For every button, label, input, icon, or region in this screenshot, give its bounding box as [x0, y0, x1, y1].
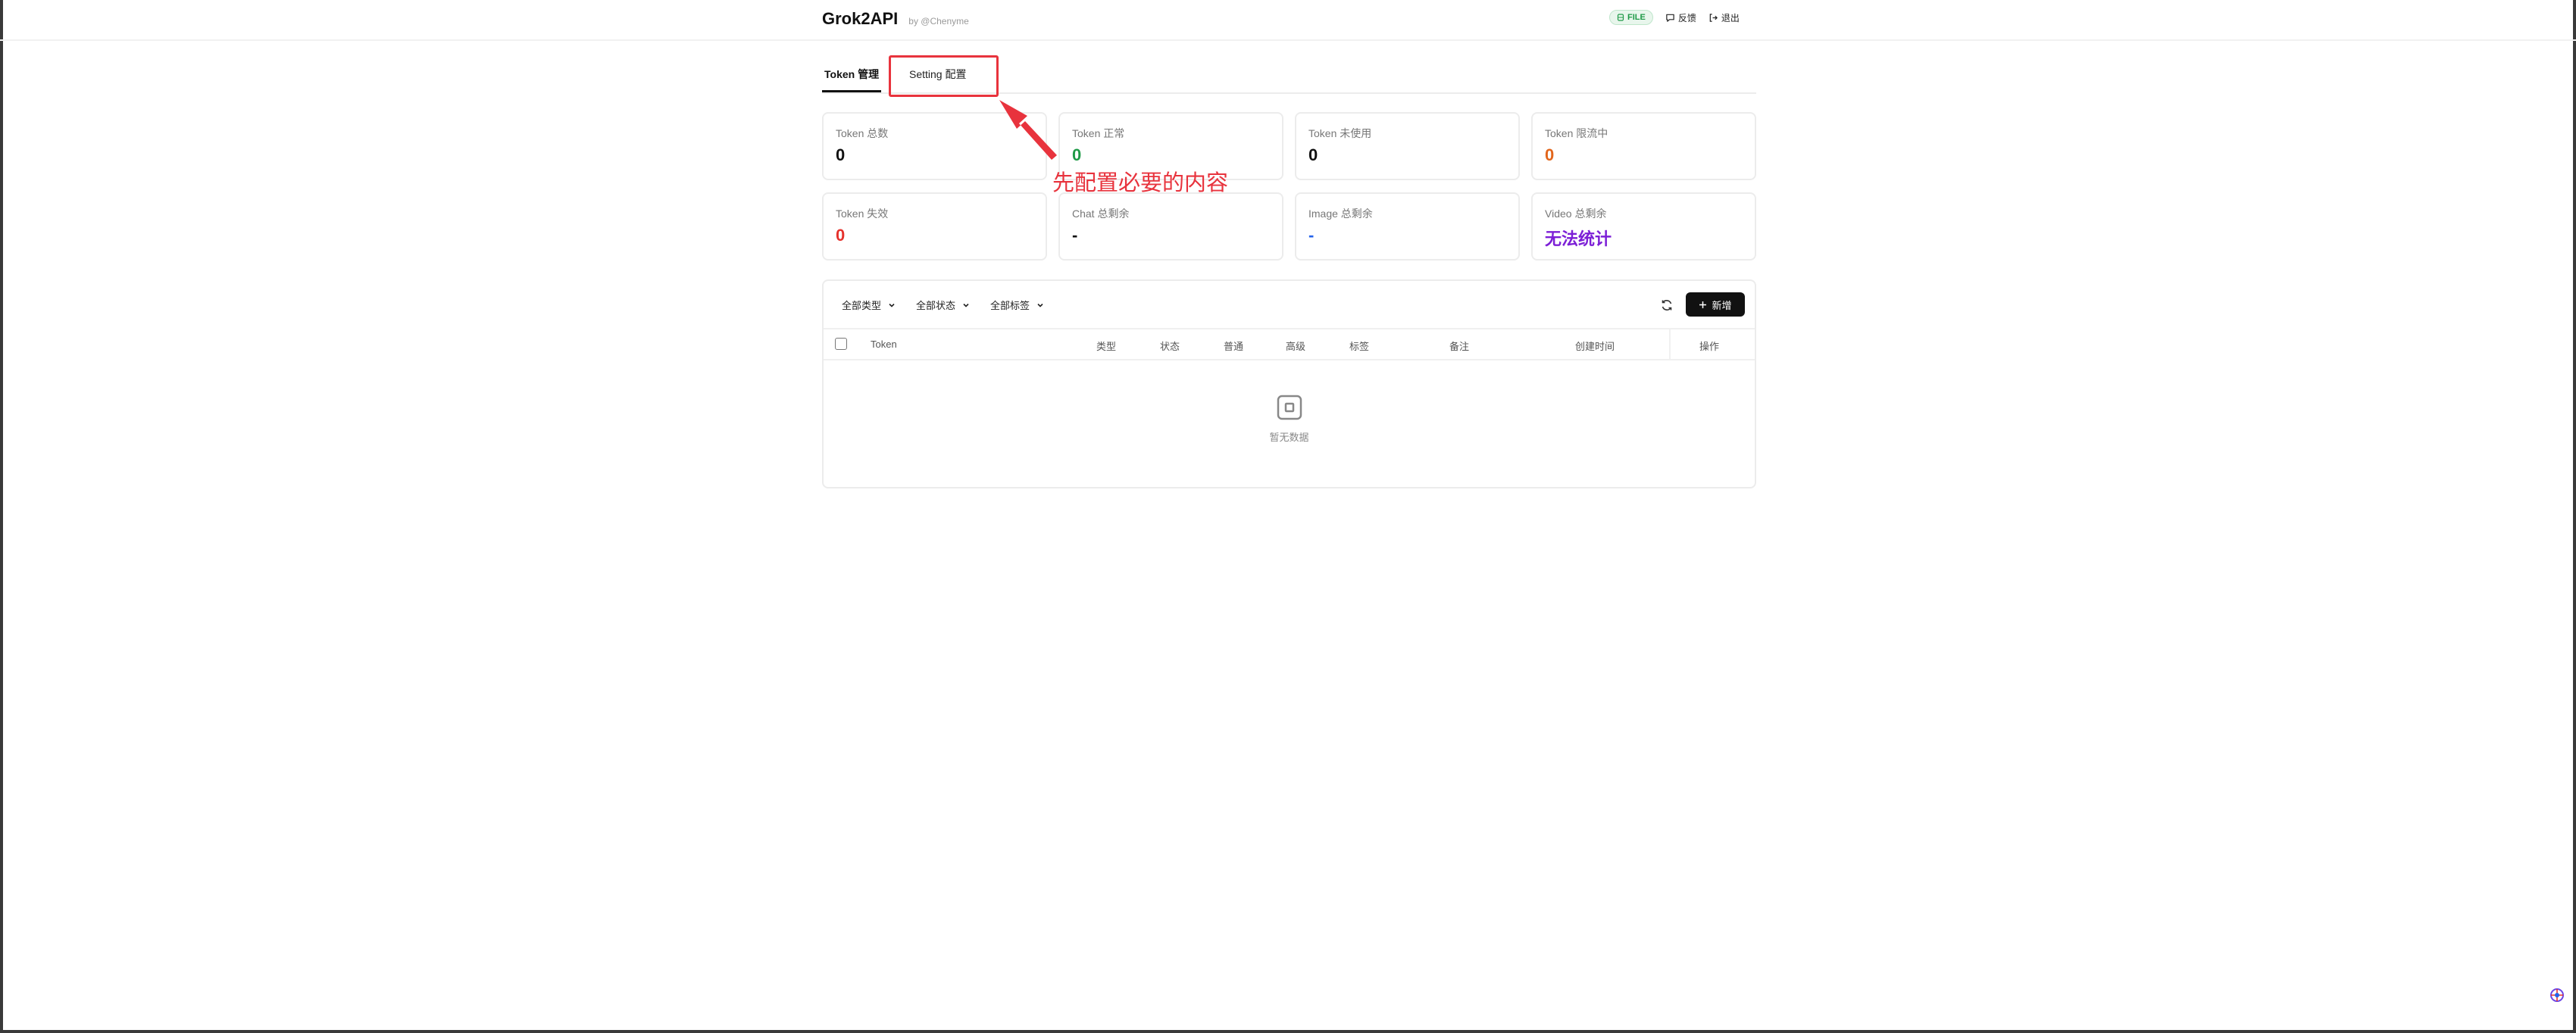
column-header-note: 备注	[1449, 341, 1470, 352]
window-frame-bottom	[0, 1030, 2576, 1033]
filter-tag-label: 全部标签	[990, 300, 1030, 311]
database-icon	[1617, 14, 1624, 21]
feedback-label: 反馈	[1677, 12, 1696, 23]
main-tabs: Token 管理 Setting 配置	[821, 59, 1756, 94]
column-header-actions: 操作	[1699, 341, 1720, 352]
stat-value: 0	[836, 145, 846, 164]
stat-label: Token 失效	[836, 208, 889, 220]
logout-link[interactable]: 退出	[1708, 11, 1740, 24]
window-frame-left	[0, 0, 3, 1033]
column-header-type: 类型	[1096, 341, 1117, 352]
plus-icon	[1699, 301, 1707, 308]
stat-value: 无法统计	[1545, 229, 1612, 248]
add-token-button[interactable]: 新增	[1686, 292, 1745, 317]
storage-badge: FILE	[1609, 10, 1653, 25]
chevron-down-icon	[1037, 303, 1043, 307]
browser-extension-icon[interactable]	[2549, 987, 2565, 1003]
column-header-status: 状态	[1160, 341, 1180, 352]
stat-label: Token 正常	[1072, 127, 1125, 139]
chevron-down-icon	[889, 303, 895, 307]
column-header-basic: 普通	[1224, 341, 1244, 352]
tab-token-management[interactable]: Token 管理	[821, 67, 882, 92]
empty-state-text: 暂无数据	[1269, 432, 1309, 443]
stat-label: Token 限流中	[1545, 127, 1608, 139]
brand: Grok2API by @Chenyme	[822, 9, 969, 29]
stat-card-video-remaining: Video 总剩余 无法统计	[1531, 192, 1756, 261]
column-divider	[1669, 329, 1671, 360]
message-icon	[1666, 14, 1674, 22]
stat-label: Image 总剩余	[1308, 208, 1373, 220]
stat-label: Chat 总剩余	[1072, 208, 1130, 220]
empty-state: 暂无数据	[824, 395, 1755, 444]
stat-value: 0	[1545, 145, 1555, 164]
stat-label: Video 总剩余	[1545, 208, 1607, 220]
stat-value: -	[1308, 226, 1315, 245]
annotation-arrow-icon	[999, 100, 1057, 160]
stat-value: -	[1072, 226, 1078, 245]
stat-card-token-rate-limited: Token 限流中 0	[1531, 112, 1756, 180]
stat-label: Token 总数	[836, 127, 889, 139]
feedback-link[interactable]: 反馈	[1665, 11, 1696, 24]
logout-icon	[1709, 13, 1718, 22]
tab-setting[interactable]: Setting 配置	[909, 67, 966, 82]
filter-status-label: 全部状态	[916, 300, 956, 311]
column-header-token: Token	[871, 339, 897, 350]
top-header: Grok2API by @Chenyme FILE 反馈 退出	[0, 0, 2576, 41]
table-toolbar: 全部类型 全部状态 全部标签 新增	[824, 281, 1755, 329]
stat-card-image-remaining: Image 总剩余 -	[1295, 192, 1520, 261]
storage-badge-label: FILE	[1627, 13, 1646, 22]
stat-card-token-invalid: Token 失效 0	[822, 192, 1047, 261]
column-header-tags: 标签	[1349, 341, 1370, 352]
annotation-text: 先配置必要的内容	[1052, 171, 1229, 195]
app-byline[interactable]: by @Chenyme	[908, 16, 969, 27]
token-table-panel: 全部类型 全部状态 全部标签 新增 Token 类型 状态 普通 高级 标签 备…	[822, 279, 1756, 488]
column-header-created-at: 创建时间	[1575, 341, 1615, 352]
stat-label: Token 未使用	[1308, 127, 1372, 139]
stat-value: 0	[836, 226, 846, 245]
empty-box-icon	[1277, 395, 1302, 420]
add-button-label: 新增	[1712, 299, 1732, 311]
filter-tag-select[interactable]: 全部标签	[990, 298, 1045, 312]
stat-value: 0	[1308, 145, 1318, 164]
filter-status-select[interactable]: 全部状态	[916, 298, 971, 312]
column-header-advanced: 高级	[1286, 341, 1306, 352]
window-frame-right	[2573, 0, 2576, 1033]
logout-label: 退出	[1721, 12, 1740, 23]
chevron-down-icon	[963, 303, 969, 307]
select-all-checkbox[interactable]	[835, 338, 847, 350]
stat-card-token-unused: Token 未使用 0	[1295, 112, 1520, 180]
refresh-icon[interactable]	[1659, 298, 1674, 313]
header-actions: FILE 反馈 退出	[1609, 10, 1740, 25]
stat-card-token-total: Token 总数 0	[822, 112, 1047, 180]
filter-type-select[interactable]: 全部类型	[842, 298, 896, 312]
table-header: Token 类型 状态 普通 高级 标签 备注 创建时间 操作	[824, 329, 1755, 360]
filter-type-label: 全部类型	[842, 300, 882, 311]
stat-value: 0	[1072, 145, 1082, 164]
stat-card-chat-remaining: Chat 总剩余 -	[1058, 192, 1283, 261]
app-title: Grok2API	[822, 9, 899, 28]
